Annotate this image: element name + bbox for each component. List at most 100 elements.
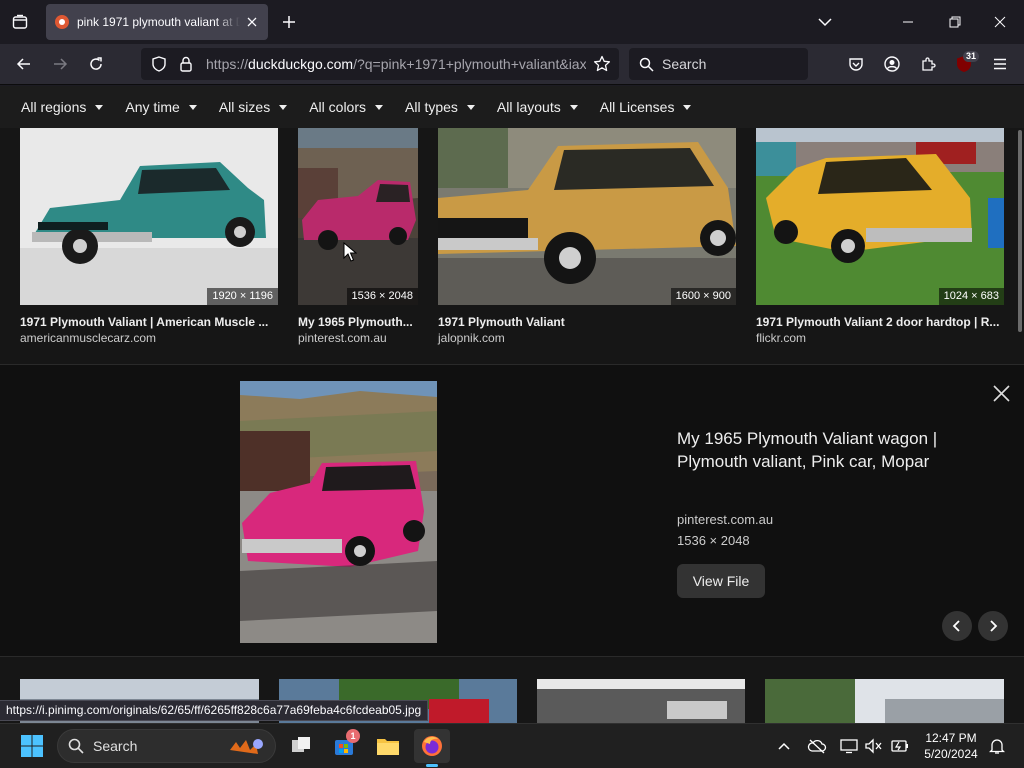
cloud-offline-icon[interactable] xyxy=(805,734,829,758)
navigation-toolbar: https://duckduckgo.com/?q=pink+1971+plym… xyxy=(0,44,1024,85)
firefox-taskbar-icon[interactable] xyxy=(414,729,450,767)
show-hidden-icons-chevron-icon[interactable] xyxy=(772,734,796,758)
result-title[interactable]: 1971 Plymouth Valiant xyxy=(438,315,736,329)
tracking-protection-shield-icon[interactable] xyxy=(151,56,167,72)
search-bar[interactable]: Search xyxy=(629,48,808,80)
caret-down-icon xyxy=(95,104,104,110)
search-icon xyxy=(68,738,84,754)
padlock-icon[interactable] xyxy=(179,56,193,72)
hamburger-menu-icon[interactable] xyxy=(984,48,1016,80)
previous-image-button[interactable] xyxy=(942,611,972,641)
chevron-left-icon xyxy=(952,620,960,632)
image-detail-panel: My 1965 Plymouth Valiant wagon | Plymout… xyxy=(0,364,1024,657)
image-result[interactable] xyxy=(537,679,745,723)
image-result[interactable]: 1920 × 1196 1971 Plymouth Valiant | Amer… xyxy=(20,128,278,358)
windows-logo-icon xyxy=(21,735,43,757)
result-source[interactable]: jalopnik.com xyxy=(438,331,505,345)
volume-muted-icon[interactable] xyxy=(862,734,886,758)
account-icon[interactable] xyxy=(876,48,908,80)
page-content: All regions Any time All sizes All color… xyxy=(0,86,1024,723)
taskbar-search-box[interactable]: Search xyxy=(57,729,276,763)
result-title[interactable]: 1971 Plymouth Valiant 2 door hardtop | R… xyxy=(756,315,1004,329)
start-button[interactable] xyxy=(14,729,50,763)
next-image-button[interactable] xyxy=(978,611,1008,641)
scrollbar-thumb[interactable] xyxy=(1018,130,1022,332)
filter-label: All colors xyxy=(309,99,366,115)
view-file-button[interactable]: View File xyxy=(677,564,765,598)
notification-count-badge: 1 xyxy=(346,729,360,743)
system-clock[interactable]: 12:47 PM 5/20/2024 xyxy=(916,730,986,762)
bookmark-star-icon[interactable] xyxy=(593,55,611,73)
task-view-icon[interactable] xyxy=(283,729,319,763)
close-window-icon[interactable] xyxy=(984,6,1016,38)
active-tab[interactable]: pink 1971 plymouth valiant at DuckDuckGo xyxy=(46,4,268,40)
tab-strip: pink 1971 plymouth valiant at DuckDuckGo xyxy=(0,0,1024,44)
result-thumbnail[interactable] xyxy=(438,128,736,305)
filter-label: All layouts xyxy=(496,99,561,115)
image-result[interactable] xyxy=(765,679,1004,723)
image-result[interactable]: 1536 × 2048 My 1965 Plymouth... pinteres… xyxy=(298,128,418,358)
search-highlight-icon xyxy=(228,736,268,758)
reload-icon[interactable] xyxy=(80,48,112,80)
filter-time[interactable]: Any time xyxy=(125,99,197,115)
filter-regions[interactable]: All regions xyxy=(21,99,104,115)
display-icon[interactable] xyxy=(837,734,861,758)
extensions-puzzle-icon[interactable] xyxy=(912,48,944,80)
tab-title: pink 1971 plymouth valiant at DuckDuckGo xyxy=(77,15,240,29)
result-dimensions: 1024 × 683 xyxy=(938,288,1004,305)
close-detail-icon[interactable] xyxy=(993,385,1010,402)
minimize-icon[interactable] xyxy=(892,6,924,38)
forward-icon[interactable] xyxy=(44,48,76,80)
detail-source[interactable]: pinterest.com.au xyxy=(677,512,773,527)
detail-title[interactable]: My 1965 Plymouth Valiant wagon | Plymout… xyxy=(677,427,977,473)
clock-date: 5/20/2024 xyxy=(924,747,978,761)
result-source[interactable]: pinterest.com.au xyxy=(298,331,387,345)
result-thumbnail[interactable] xyxy=(298,128,418,305)
mouse-cursor-icon xyxy=(343,242,357,262)
filter-sizes[interactable]: All sizes xyxy=(219,99,288,115)
windows-taskbar: Search 1 12:47 PM 5/20/2024 xyxy=(0,723,1024,768)
new-tab-icon[interactable] xyxy=(273,6,305,38)
search-icon xyxy=(639,57,654,72)
filter-label: All Licenses xyxy=(599,99,675,115)
caret-down-icon xyxy=(466,104,475,110)
url-text: https://duckduckgo.com/?q=pink+1971+plym… xyxy=(206,56,586,72)
caret-down-icon xyxy=(569,104,578,110)
image-result[interactable]: 1024 × 683 1971 Plymouth Valiant 2 door … xyxy=(756,128,1004,358)
caret-down-icon xyxy=(683,104,692,110)
result-source[interactable]: americanmusclecarz.com xyxy=(20,331,156,345)
detail-preview-image[interactable] xyxy=(240,381,437,643)
caret-down-icon xyxy=(279,104,288,110)
caret-down-icon xyxy=(375,104,383,110)
filter-types[interactable]: All types xyxy=(405,99,475,115)
result-title[interactable]: My 1965 Plymouth... xyxy=(298,315,418,329)
result-title[interactable]: 1971 Plymouth Valiant | American Muscle … xyxy=(20,315,278,329)
filter-licenses[interactable]: All Licenses xyxy=(600,99,692,115)
result-source[interactable]: flickr.com xyxy=(756,331,806,345)
notification-bell-icon[interactable] xyxy=(985,734,1009,758)
firefox-view-icon[interactable] xyxy=(4,6,36,38)
result-thumbnail[interactable] xyxy=(20,128,278,305)
store-app-icon[interactable]: 1 xyxy=(326,729,362,763)
chevron-right-icon xyxy=(990,620,998,632)
detail-dimensions: 1536 × 2048 xyxy=(677,533,750,548)
ublock-extension-icon[interactable]: 31 xyxy=(948,48,980,80)
caret-down-icon xyxy=(188,104,197,110)
pocket-icon[interactable] xyxy=(840,48,872,80)
battery-status-icon[interactable] xyxy=(888,734,912,758)
file-explorer-icon[interactable] xyxy=(370,729,406,763)
active-app-indicator xyxy=(426,764,438,767)
back-icon[interactable] xyxy=(8,48,40,80)
close-tab-icon[interactable] xyxy=(244,14,260,30)
result-dimensions: 1920 × 1196 xyxy=(207,288,278,305)
filter-bar: All regions Any time All sizes All color… xyxy=(0,86,1024,128)
restore-icon[interactable] xyxy=(939,6,971,38)
result-thumbnail[interactable] xyxy=(756,128,1004,305)
filter-layouts[interactable]: All layouts xyxy=(497,99,578,115)
filter-colors[interactable]: All colors xyxy=(309,99,383,115)
result-dimensions: 1600 × 900 xyxy=(670,288,736,305)
image-result[interactable]: 1600 × 900 1971 Plymouth Valiant jalopni… xyxy=(438,128,736,358)
taskbar-search-label: Search xyxy=(93,738,138,754)
url-bar[interactable]: https://duckduckgo.com/?q=pink+1971+plym… xyxy=(141,48,619,80)
list-all-tabs-icon[interactable] xyxy=(809,6,841,38)
